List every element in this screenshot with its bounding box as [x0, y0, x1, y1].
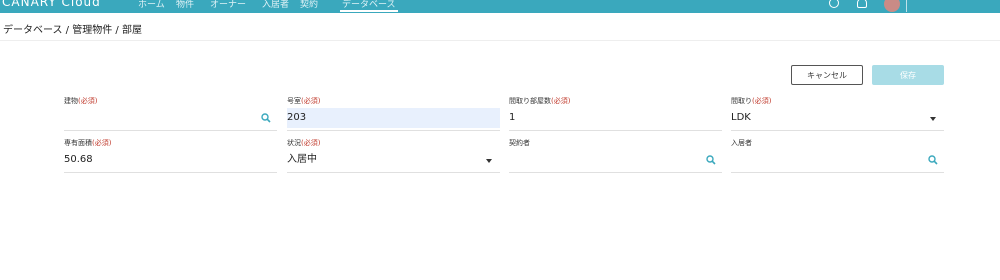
building-input[interactable] — [64, 108, 277, 128]
tenant-label: 入居者 — [731, 139, 752, 147]
contractor-label: 契約者 — [509, 139, 530, 147]
building-label: 建物(必須) — [64, 97, 98, 105]
layout-field[interactable]: 間取り(必須) LDK — [731, 96, 944, 131]
tenant-input[interactable] — [731, 150, 944, 170]
breadcrumb-divider — [0, 40, 1000, 41]
contractor-field[interactable]: 契約者 — [509, 138, 722, 173]
chevron-down-icon[interactable] — [930, 117, 936, 121]
search-icon[interactable] — [928, 155, 938, 165]
search-icon[interactable] — [261, 113, 271, 123]
room-number-field[interactable]: 号室(必須) 203 — [287, 96, 500, 131]
room-number-label: 号室(必須) — [287, 97, 321, 105]
nav-item-owner[interactable]: オーナー — [210, 0, 246, 10]
nav-item-home[interactable]: ホーム — [138, 0, 165, 10]
app-logo[interactable]: CANARY Cloud — [2, 0, 101, 9]
area-field[interactable]: 専有面積(必須) 50.68 — [64, 138, 277, 173]
chevron-down-icon[interactable] — [486, 159, 492, 163]
nav-item-property[interactable]: 物件 — [176, 0, 194, 10]
room-count-label: 間取り部屋数(必須) — [509, 97, 571, 105]
help-icon[interactable] — [829, 0, 839, 8]
area-label: 専有面積(必須) — [64, 139, 112, 147]
header-divider — [906, 0, 907, 12]
tenant-field[interactable]: 入居者 — [731, 138, 944, 173]
building-field[interactable]: 建物(必須) — [64, 96, 277, 131]
save-button[interactable]: 保存 — [872, 65, 944, 85]
search-icon[interactable] — [706, 155, 716, 165]
contractor-input[interactable] — [509, 150, 722, 170]
status-field[interactable]: 状況(必須) 入居中 — [287, 138, 500, 173]
cancel-button[interactable]: キャンセル — [791, 65, 863, 85]
bell-icon[interactable] — [857, 0, 867, 8]
active-tab-indicator — [340, 10, 398, 12]
status-label: 状況(必須) — [287, 139, 321, 147]
status-select[interactable]: 入居中 — [287, 150, 500, 170]
layout-label: 間取り(必須) — [731, 97, 772, 105]
layout-select[interactable]: LDK — [731, 108, 944, 128]
room-count-input[interactable]: 1 — [509, 108, 722, 128]
area-input[interactable]: 50.68 — [64, 150, 277, 170]
room-count-field[interactable]: 間取り部屋数(必須) 1 — [509, 96, 722, 131]
breadcrumb: データベース / 管理物件 / 部屋 — [3, 25, 142, 36]
room-number-input[interactable]: 203 — [287, 108, 500, 128]
avatar[interactable] — [884, 0, 900, 12]
nav-item-database[interactable]: データベース — [342, 0, 396, 10]
top-navigation-bar: CANARY Cloud ホーム 物件 オーナー 入居者 契約 データベース — [0, 0, 1000, 13]
nav-item-tenant[interactable]: 入居者 — [262, 0, 289, 10]
nav-item-contract[interactable]: 契約 — [300, 0, 318, 10]
